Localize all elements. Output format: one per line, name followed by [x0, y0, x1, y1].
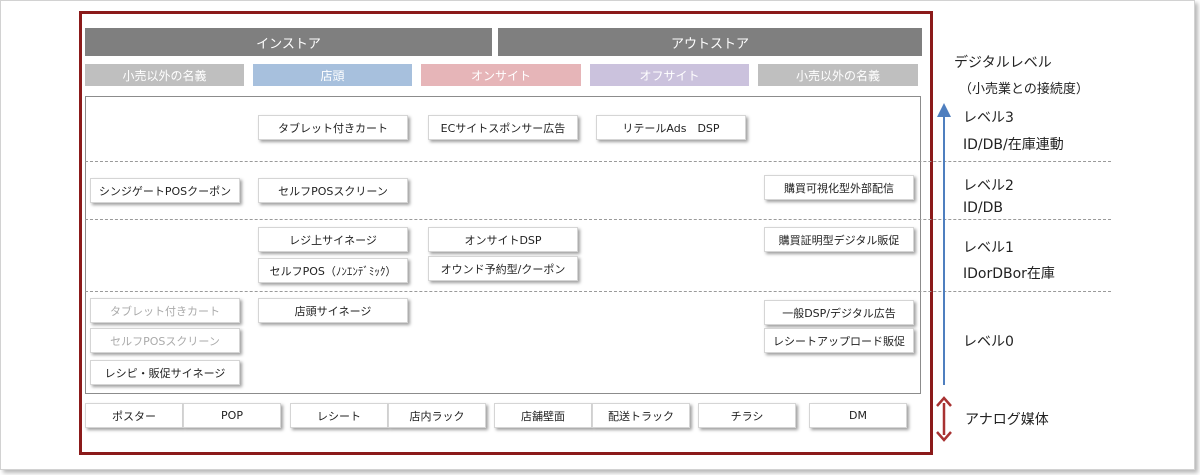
media-item: タブレット付きカート: [90, 298, 240, 323]
analog-item: POP: [183, 403, 281, 428]
media-item: 一般DSP/デジタル広告: [764, 300, 914, 325]
diagram-frame: インストア アウトストア 小売以外の名義 店頭 オンサイト オフサイト 小売以外…: [0, 0, 1195, 470]
media-item: オンサイトDSP: [428, 227, 578, 252]
analog-item: 店内ラック: [388, 403, 486, 428]
subheader-offsite: オフサイト: [590, 64, 749, 86]
media-item: 購買可視化型外部配信: [764, 175, 914, 200]
media-item: レシートアップロード販促: [764, 328, 914, 353]
header-outstore: アウトストア: [498, 28, 922, 56]
analog-item: レシート: [290, 403, 388, 428]
subheader-onsite: オンサイト: [421, 64, 581, 86]
subheader-non-retail-right: 小売以外の名義: [758, 64, 918, 86]
analog-double-arrow-icon: [936, 396, 952, 442]
level-divider-3-2: [85, 161, 1111, 162]
level0-label: レベル0: [963, 334, 1014, 350]
level-divider-2-1: [85, 219, 1111, 220]
analog-item: 店舗壁面: [494, 403, 592, 428]
media-item: セルフPOS（ﾉﾝｴﾝﾃﾞﾐｯｸ）: [258, 258, 408, 283]
subheader-non-retail-left: 小売以外の名義: [85, 64, 244, 86]
level2-desc: ID/DB: [963, 200, 1004, 216]
media-item: 店頭サイネージ: [258, 298, 408, 323]
media-item: リテールAds DSP: [596, 115, 746, 140]
level2-label: レベル2: [963, 178, 1014, 194]
media-item: レシピ・販促サイネージ: [90, 360, 240, 385]
analog-item: DM: [809, 403, 907, 428]
analog-item: チラシ: [698, 403, 796, 428]
media-item: オウンド予約型/クーポン: [428, 256, 578, 281]
digital-level-up-arrow-icon: [937, 103, 951, 385]
media-item: セルフPOSスクリーン: [90, 328, 240, 353]
level1-label: レベル1: [963, 240, 1014, 256]
digital-level-title: デジタルレベル: [954, 55, 1052, 71]
media-item: レジ上サイネージ: [258, 227, 408, 252]
level-divider-1-0: [85, 291, 1111, 292]
analog-media-label: アナログ媒体: [965, 412, 1049, 428]
analog-item: 配送トラック: [592, 403, 690, 428]
analog-item: ポスター: [85, 403, 183, 428]
digital-level-subtitle: （小売業との接続度）: [959, 82, 1089, 97]
media-item: 購買証明型デジタル販促: [764, 227, 914, 252]
media-item: シンジゲートPOSクーポン: [90, 178, 240, 203]
media-item: ECサイトスポンサー広告: [428, 115, 578, 140]
level1-desc: IDorDBor在庫: [963, 266, 1055, 282]
media-item: セルフPOSスクリーン: [258, 178, 408, 203]
header-instore: インストア: [85, 28, 492, 56]
media-item: タブレット付きカート: [258, 115, 408, 140]
subheader-storefront: 店頭: [253, 64, 412, 86]
level3-desc: ID/DB/在庫連動: [963, 137, 1064, 153]
level3-label: レベル3: [963, 110, 1014, 126]
